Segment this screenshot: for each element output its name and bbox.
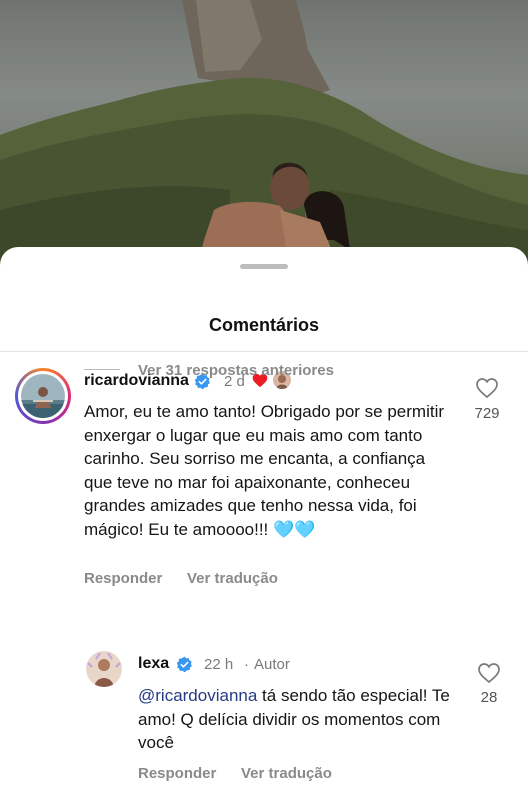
heart-outline-icon[interactable] xyxy=(477,662,501,684)
reply-translate-button[interactable]: Ver tradução xyxy=(241,765,332,782)
heart-outline-icon[interactable] xyxy=(475,377,499,399)
view-replies-button[interactable]: Ver 31 respostas anteriores xyxy=(138,362,334,379)
like-count: 729 xyxy=(474,405,500,422)
sheet-drag-handle[interactable] xyxy=(240,264,288,269)
avatar[interactable] xyxy=(21,374,65,418)
mention-link[interactable]: @ricardovianna xyxy=(138,686,257,705)
comment-text-content: Amor, eu te amo tanto! Obrigado por se p… xyxy=(84,402,445,539)
comment-text: Amor, eu te amo tanto! Obrigado por se p… xyxy=(84,400,454,541)
reply-button[interactable]: Responder xyxy=(84,570,162,587)
post-photo-background xyxy=(0,0,528,270)
author-tag: Autor xyxy=(254,656,290,673)
header-divider xyxy=(0,351,528,352)
verified-badge-icon xyxy=(176,656,192,673)
avatar-story-ring[interactable] xyxy=(15,368,71,424)
reply-separator: · xyxy=(244,656,249,673)
reply-avatar[interactable] xyxy=(86,651,122,687)
replies-toggle-line xyxy=(84,369,120,370)
sheet-title: Comentários xyxy=(208,315,320,335)
reply-reply-button[interactable]: Responder xyxy=(138,765,216,782)
reply-username[interactable]: lexa xyxy=(138,655,169,673)
reply-text: @ricardovianna tá sendo tão especial! Te… xyxy=(138,684,468,755)
reply-time: 22 h xyxy=(204,656,234,673)
reply-like-count: 28 xyxy=(480,689,498,706)
comment-emoji: 🩵🩵 xyxy=(273,519,316,539)
translate-button[interactable]: Ver tradução xyxy=(187,570,278,587)
